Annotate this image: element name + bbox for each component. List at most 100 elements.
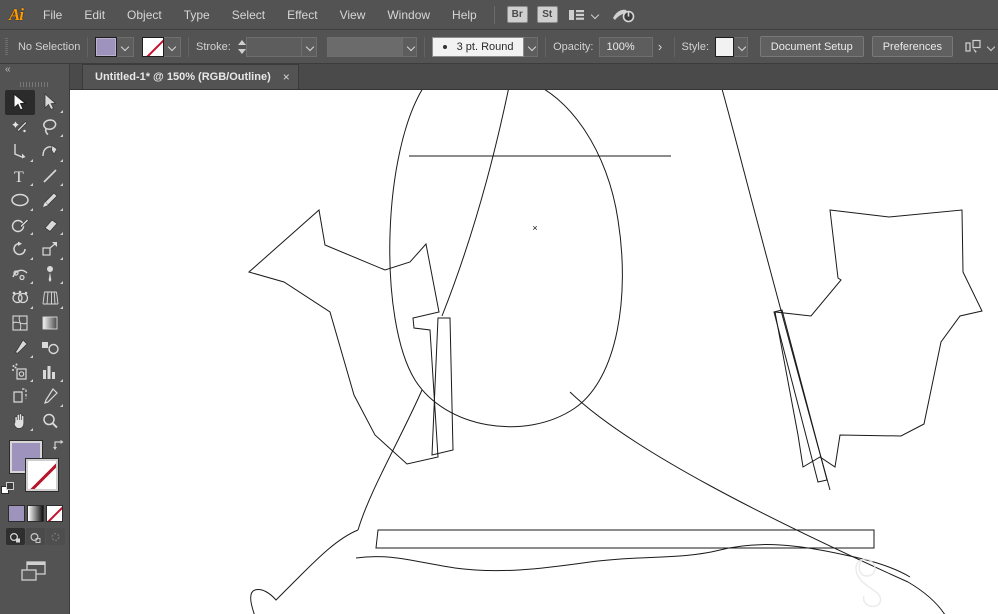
- stroke-color-swatch-none[interactable]: [25, 458, 59, 492]
- opacity-input[interactable]: 100%: [599, 36, 654, 57]
- ellipse-tool[interactable]: [5, 188, 35, 213]
- tool-flyout-indicator: [30, 232, 33, 235]
- width-tool[interactable]: [5, 262, 35, 287]
- preferences-button[interactable]: Preferences: [871, 36, 954, 57]
- pen-tool[interactable]: [5, 139, 35, 164]
- stroke-profile-select[interactable]: [326, 36, 404, 57]
- close-icon[interactable]: ×: [283, 71, 290, 83]
- hand-tool[interactable]: [5, 409, 35, 434]
- fill-swatch[interactable]: [95, 36, 118, 57]
- line-segment-tool[interactable]: [35, 164, 65, 189]
- menu-bar: Ai File Edit Object Type Select Effect V…: [0, 0, 998, 30]
- stroke-weight-chevron-down-icon[interactable]: [302, 36, 317, 57]
- stroke-none-swatch[interactable]: [142, 36, 165, 57]
- free-transform-tool[interactable]: [35, 262, 65, 287]
- align-transform-control[interactable]: [965, 39, 998, 55]
- control-bar-grip[interactable]: [4, 36, 9, 58]
- menu-view[interactable]: View: [329, 0, 377, 30]
- document-canvas[interactable]: ×: [70, 90, 998, 614]
- style-label: Style:: [681, 40, 710, 53]
- menu-window[interactable]: Window: [376, 0, 441, 30]
- align-chevron-down-icon[interactable]: [985, 40, 998, 54]
- control-divider-3: [424, 36, 426, 57]
- slice-tool[interactable]: [35, 384, 65, 409]
- app-logo-icon: Ai: [8, 4, 24, 24]
- document-setup-button[interactable]: Document Setup: [759, 36, 864, 57]
- style-chevron-down-icon[interactable]: [733, 36, 748, 57]
- document-tab[interactable]: Untitled-1* @ 150% (RGB/Outline) ×: [82, 64, 299, 89]
- menu-effect[interactable]: Effect: [276, 0, 328, 30]
- tool-flyout-indicator: [60, 109, 63, 113]
- bridge-icon[interactable]: Br: [506, 6, 528, 23]
- tool-flyout-indicator: [30, 428, 33, 431]
- eyedropper-tool[interactable]: [5, 335, 35, 360]
- shape-builder-tool[interactable]: [5, 286, 35, 311]
- brush-chevron-down-icon[interactable]: [524, 36, 539, 57]
- type-tool[interactable]: T: [5, 164, 35, 189]
- selection-tool[interactable]: [5, 90, 35, 115]
- eraser-tool[interactable]: [35, 213, 65, 238]
- stroke-profile-chevron-down-icon[interactable]: [403, 36, 418, 57]
- tool-flyout-indicator: [30, 158, 33, 162]
- zoom-tool[interactable]: [35, 409, 65, 434]
- opacity-label: Opacity:: [553, 40, 594, 53]
- none-swatch-button[interactable]: [46, 505, 63, 522]
- perspective-grid-tool[interactable]: [35, 286, 65, 311]
- artwork-outline: ×: [247, 90, 983, 614]
- column-graph-tool[interactable]: [35, 360, 65, 385]
- menu-object[interactable]: Object: [116, 0, 173, 30]
- rotate-tool[interactable]: [5, 237, 35, 262]
- scale-tool[interactable]: [35, 237, 65, 262]
- menu-select[interactable]: Select: [221, 0, 276, 30]
- direct-selection-tool[interactable]: [35, 90, 65, 115]
- fill-control[interactable]: [95, 36, 135, 57]
- draw-normal-button[interactable]: [6, 528, 25, 545]
- blend-tool[interactable]: [35, 335, 65, 360]
- fill-chevron-down-icon[interactable]: [117, 36, 135, 57]
- color-swatch-button[interactable]: [8, 505, 25, 522]
- menu-edit[interactable]: Edit: [73, 0, 116, 30]
- workspace-switcher-icon[interactable]: [610, 5, 636, 25]
- stroke-chevron-down-icon[interactable]: [164, 36, 182, 57]
- stroke-weight-stepper[interactable]: [235, 37, 246, 57]
- brush-label: 3 pt. Round: [456, 40, 514, 53]
- draw-inside-button[interactable]: [46, 528, 65, 545]
- default-fill-stroke-icon[interactable]: [1, 482, 16, 497]
- stroke-label: Stroke:: [195, 40, 231, 53]
- tools-list: T: [0, 90, 70, 433]
- magic-wand-tool[interactable]: [5, 115, 35, 140]
- arrange-documents-icon[interactable]: [567, 7, 587, 23]
- draw-behind-button[interactable]: [26, 528, 45, 545]
- swap-fill-stroke-icon[interactable]: [52, 438, 66, 452]
- mesh-tool[interactable]: [5, 311, 35, 336]
- lasso-tool[interactable]: [35, 115, 65, 140]
- stroke-weight-input[interactable]: [245, 36, 303, 57]
- arrange-chevron-down-icon[interactable]: [589, 8, 602, 22]
- menu-help[interactable]: Help: [441, 0, 488, 30]
- menu-type[interactable]: Type: [173, 0, 221, 30]
- curvature-tool[interactable]: [35, 139, 65, 164]
- gradient-tool[interactable]: [35, 311, 65, 336]
- tool-flyout-indicator: [30, 379, 33, 382]
- control-divider-2: [188, 36, 189, 57]
- menu-file[interactable]: File: [32, 0, 73, 30]
- shaper-pencil-tool[interactable]: [5, 213, 35, 238]
- watermark-squiggle: [855, 558, 882, 608]
- opacity-expand-icon[interactable]: ›: [653, 37, 666, 57]
- menu-divider: [493, 5, 495, 24]
- graphic-style-swatch[interactable]: [715, 36, 734, 57]
- tools-panel-grip[interactable]: [0, 78, 69, 90]
- menu-bar-right-cluster: Br St: [506, 5, 636, 25]
- symbol-sprayer-tool[interactable]: [5, 360, 35, 385]
- artboard-tool[interactable]: [5, 384, 35, 409]
- stock-icon[interactable]: St: [536, 6, 558, 23]
- draw-mode-buttons: [0, 528, 69, 545]
- stroke-color-control[interactable]: [142, 36, 182, 57]
- brush-definition-select[interactable]: 3 pt. Round: [432, 36, 525, 57]
- paintbrush-tool[interactable]: [35, 188, 65, 213]
- screen-mode-control[interactable]: [0, 559, 69, 585]
- collapse-chevrons-icon[interactable]: «: [5, 64, 10, 76]
- tool-flyout-indicator: [60, 256, 63, 260]
- gradient-swatch-button[interactable]: [27, 505, 44, 522]
- tool-flyout-indicator: [60, 134, 63, 137]
